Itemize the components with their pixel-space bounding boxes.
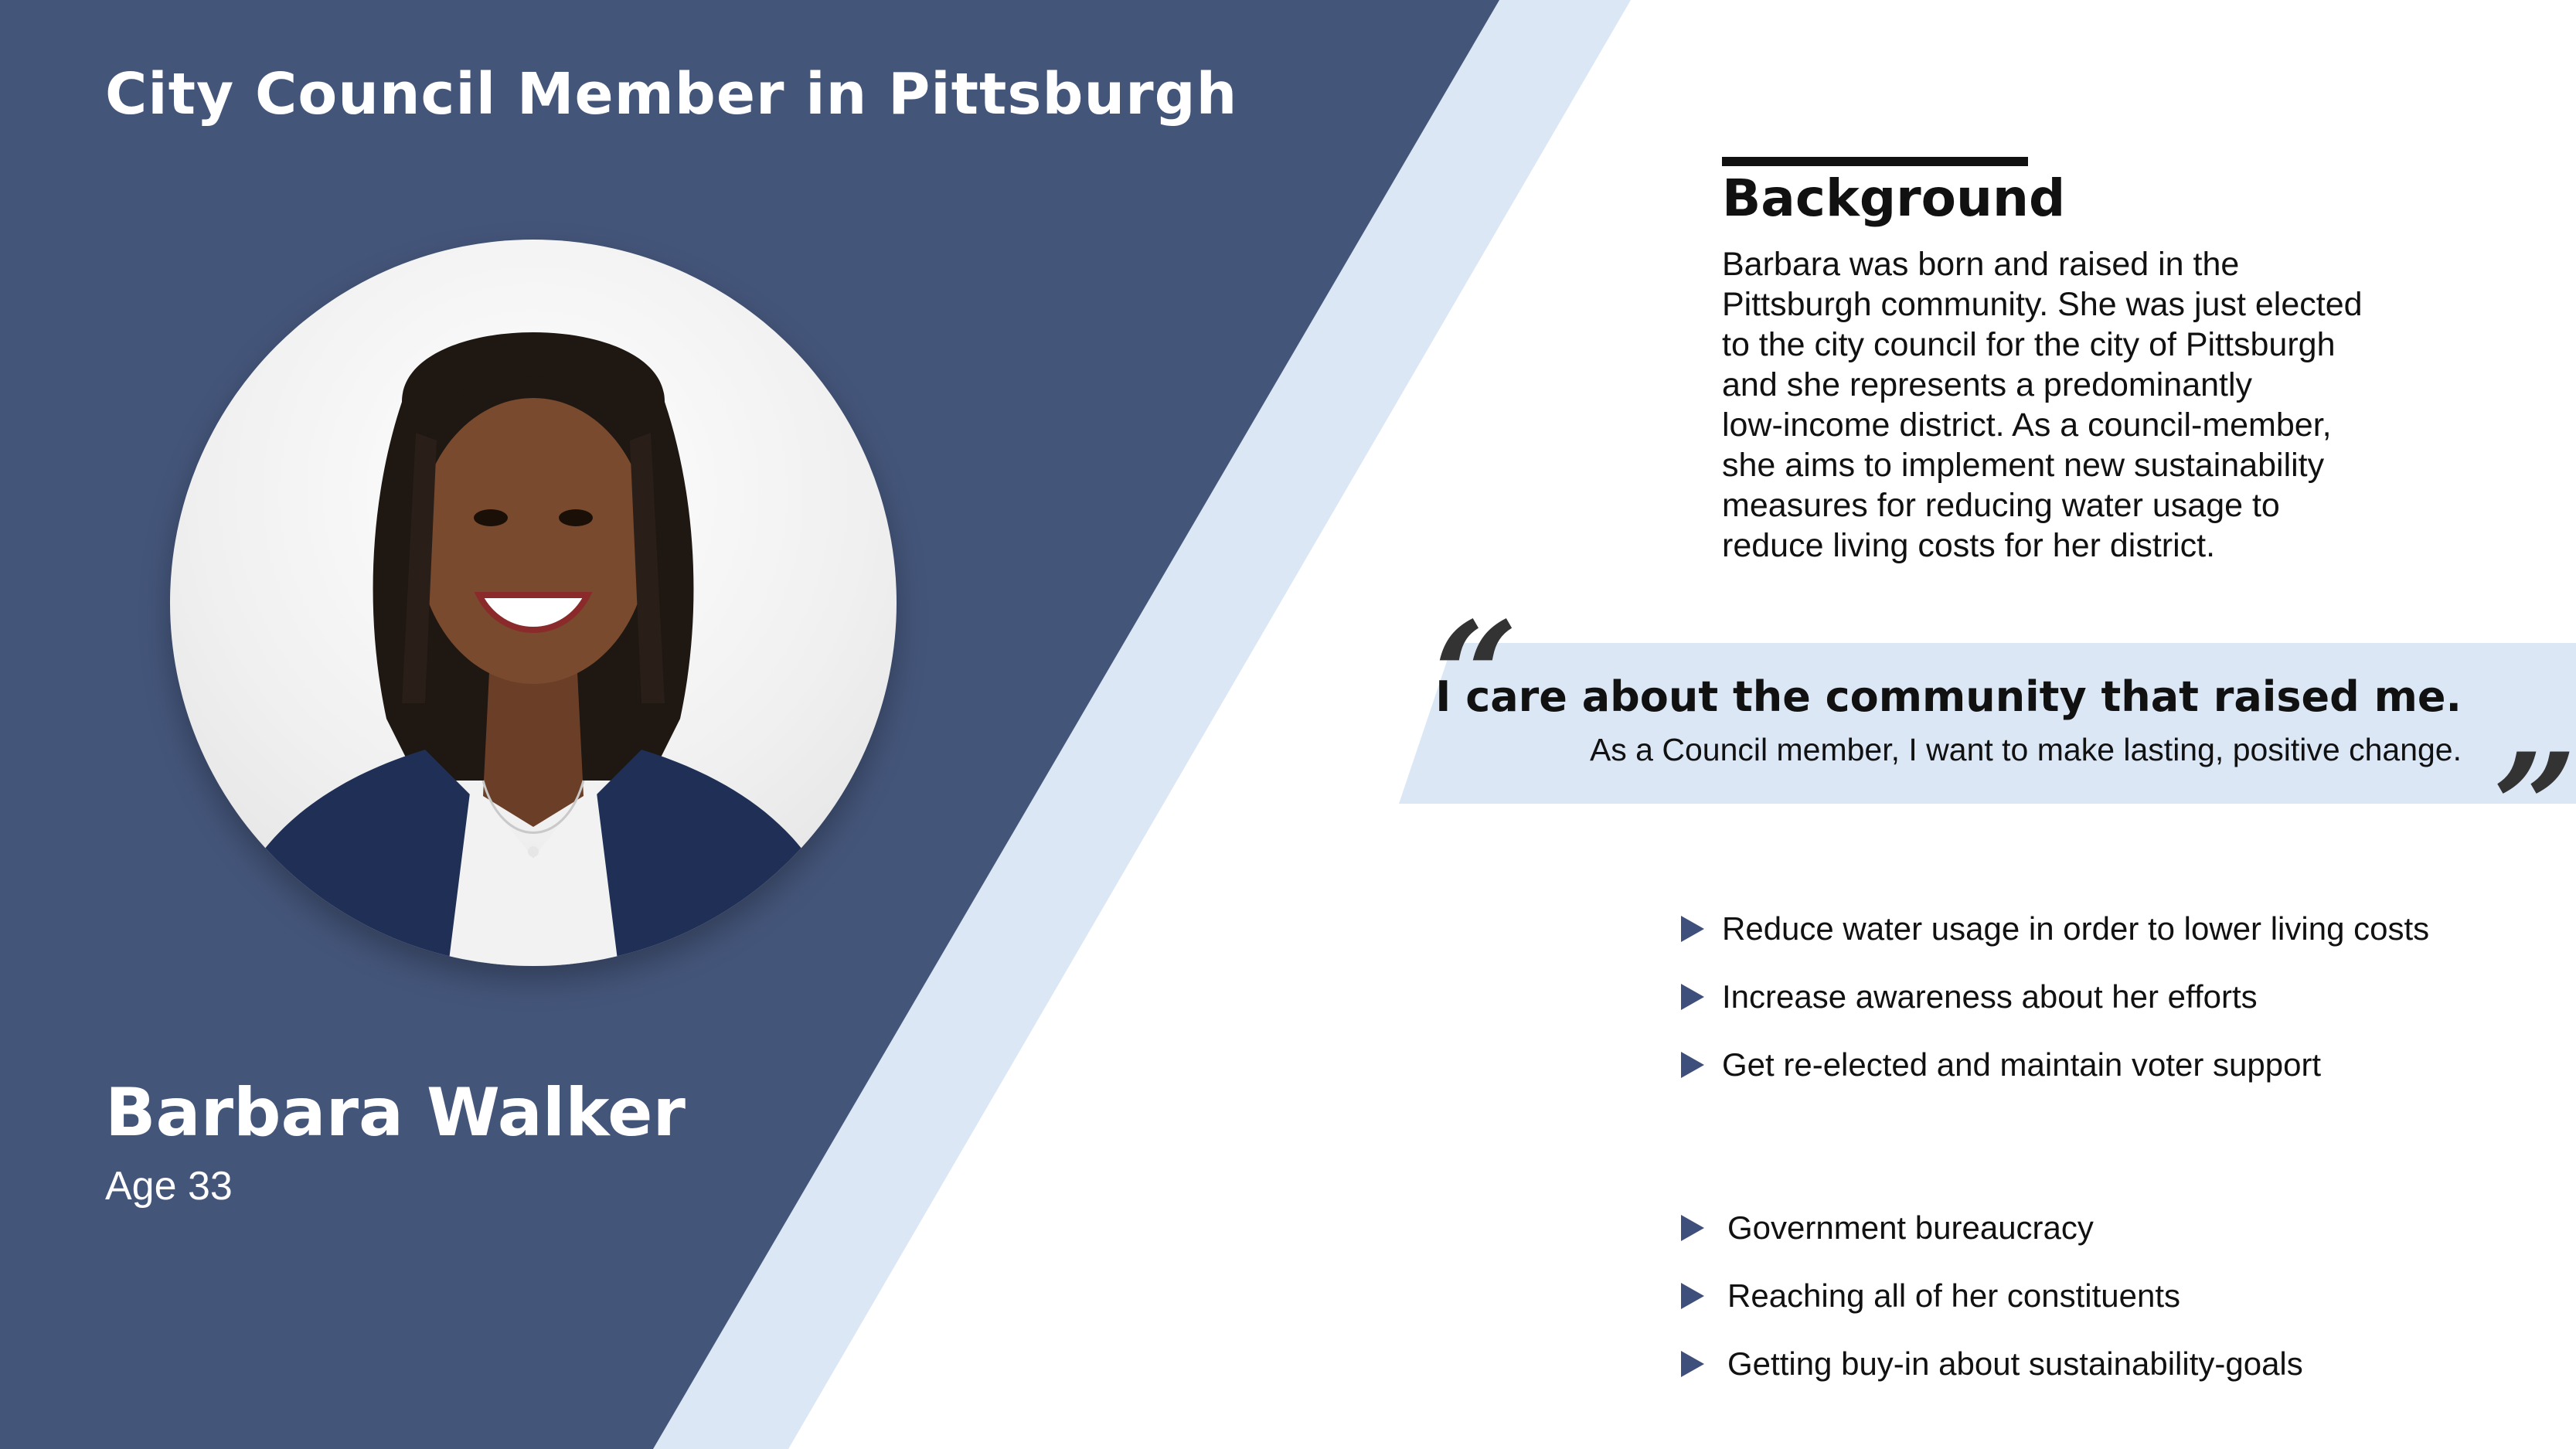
persona-title: City Council Member in Pittsburgh	[105, 61, 1238, 128]
person-portrait-icon	[216, 332, 850, 966]
goal-item: Increase awareness about her efforts	[1681, 963, 2429, 1031]
close-quote-icon: ”	[2493, 721, 2576, 893]
background-line: low-income district. As a council-member…	[1722, 406, 2332, 444]
background-line: to the city council for the city of Pitt…	[1722, 326, 2336, 363]
pain-point-item: Getting buy-in about sustainability-goal…	[1681, 1330, 2303, 1398]
pain-point-text: Getting buy-in about sustainability-goal…	[1727, 1345, 2303, 1382]
triangle-bullet-icon	[1681, 1351, 1704, 1377]
goal-item: Reduce water usage in order to lower liv…	[1681, 895, 2429, 963]
triangle-bullet-icon	[1681, 1215, 1704, 1241]
pain-point-item: Reaching all of her constituents	[1681, 1262, 2303, 1330]
triangle-bullet-icon	[1681, 916, 1704, 942]
pain-points-list: Government bureaucracy Reaching all of h…	[1681, 1194, 2303, 1398]
quote-sub-text: As a Council member, I want to make last…	[1589, 732, 2462, 767]
background-line: Pittsburgh community. She was just elect…	[1722, 286, 2363, 323]
goal-item: Get re-elected and maintain voter suppor…	[1681, 1031, 2429, 1099]
triangle-bullet-icon	[1681, 984, 1704, 1010]
triangle-bullet-icon	[1681, 1283, 1704, 1309]
background-heading: Background	[1722, 168, 2066, 228]
background-line: measures for reducing water usage to	[1722, 487, 2280, 524]
background-line: she aims to implement new sustainability	[1722, 447, 2325, 484]
background-line: Barbara was born and raised in the	[1722, 246, 2240, 283]
background-line: reduce living costs for her district.	[1722, 527, 2216, 564]
quote-main-text: I care about the community that raised m…	[1435, 672, 2462, 721]
background-paragraph: Barbara was born and raised in the Pitts…	[1722, 244, 2448, 566]
goal-text: Reduce water usage in order to lower liv…	[1722, 910, 2430, 947]
goals-list: Reduce water usage in order to lower liv…	[1681, 895, 2429, 1099]
persona-photo	[170, 240, 897, 966]
goal-text: Increase awareness about her efforts	[1722, 978, 2258, 1015]
triangle-bullet-icon	[1681, 1052, 1704, 1078]
persona-age: Age 33	[105, 1164, 233, 1209]
pain-point-text: Government bureaucracy	[1727, 1209, 2094, 1246]
goal-text: Get re-elected and maintain voter suppor…	[1722, 1046, 2322, 1083]
pain-point-text: Reaching all of her constituents	[1727, 1277, 2181, 1314]
background-line: and she represents a predominantly	[1722, 366, 2253, 403]
pain-point-item: Government bureaucracy	[1681, 1194, 2303, 1262]
persona-name: Barbara Walker	[105, 1074, 686, 1151]
